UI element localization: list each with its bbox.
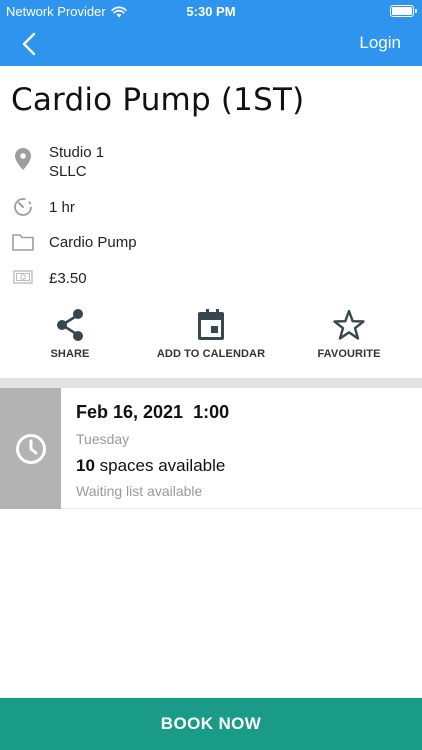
star-icon (333, 309, 365, 340)
back-button[interactable] (14, 30, 44, 58)
status-bar: Network Provider 5:30 PM (0, 0, 422, 22)
duration-text: 1 hr (49, 199, 75, 216)
login-button[interactable]: Login (359, 33, 401, 53)
session-time-block (0, 388, 61, 509)
session-date: Feb 16, 2021 1:00 (76, 402, 230, 422)
share-button[interactable]: SHARE (0, 308, 140, 360)
category-text: Cardio Pump (49, 234, 137, 251)
book-now-button[interactable]: BOOK NOW (0, 698, 422, 750)
nav-bar: Login (0, 22, 422, 66)
section-divider (0, 378, 422, 388)
location-pin-icon (11, 148, 35, 170)
spaces-count: 10 (76, 456, 95, 475)
clock-icon (15, 433, 46, 464)
session-day: Tuesday (76, 431, 130, 447)
location-text: Studio 1 SLLC (49, 143, 104, 181)
price-text: £3.50 (49, 270, 87, 287)
page-title: Cardio Pump (1ST) (11, 82, 305, 118)
waiting-list-status: Waiting list available (76, 483, 203, 499)
favourite-label: FAVOURITE (317, 348, 381, 360)
timer-icon (11, 197, 35, 217)
chevron-left-icon (22, 32, 36, 56)
location-venue: SLLC (49, 163, 87, 180)
battery-icon (390, 5, 417, 17)
share-icon (57, 309, 83, 341)
add-to-calendar-button[interactable]: ADD TO CALENDAR (141, 308, 281, 360)
share-label: SHARE (50, 348, 90, 360)
calendar-icon (198, 309, 224, 340)
status-time: 5:30 PM (186, 4, 236, 19)
session-spaces: 10 spaces available (76, 456, 225, 476)
spaces-text: spaces available (94, 456, 226, 475)
folder-icon (11, 233, 35, 251)
action-bar: SHARE ADD TO CALENDAR FAVOURITE (0, 308, 422, 368)
app-header: Network Provider 5:30 PM Login (0, 0, 422, 66)
favourite-button[interactable]: FAVOURITE (279, 308, 419, 360)
session-card[interactable]: Feb 16, 2021 1:00 Tuesday 10 spaces avai… (0, 388, 422, 509)
calendar-label: ADD TO CALENDAR (156, 348, 266, 360)
cash-icon (11, 270, 35, 284)
location-studio: Studio 1 (49, 144, 105, 161)
